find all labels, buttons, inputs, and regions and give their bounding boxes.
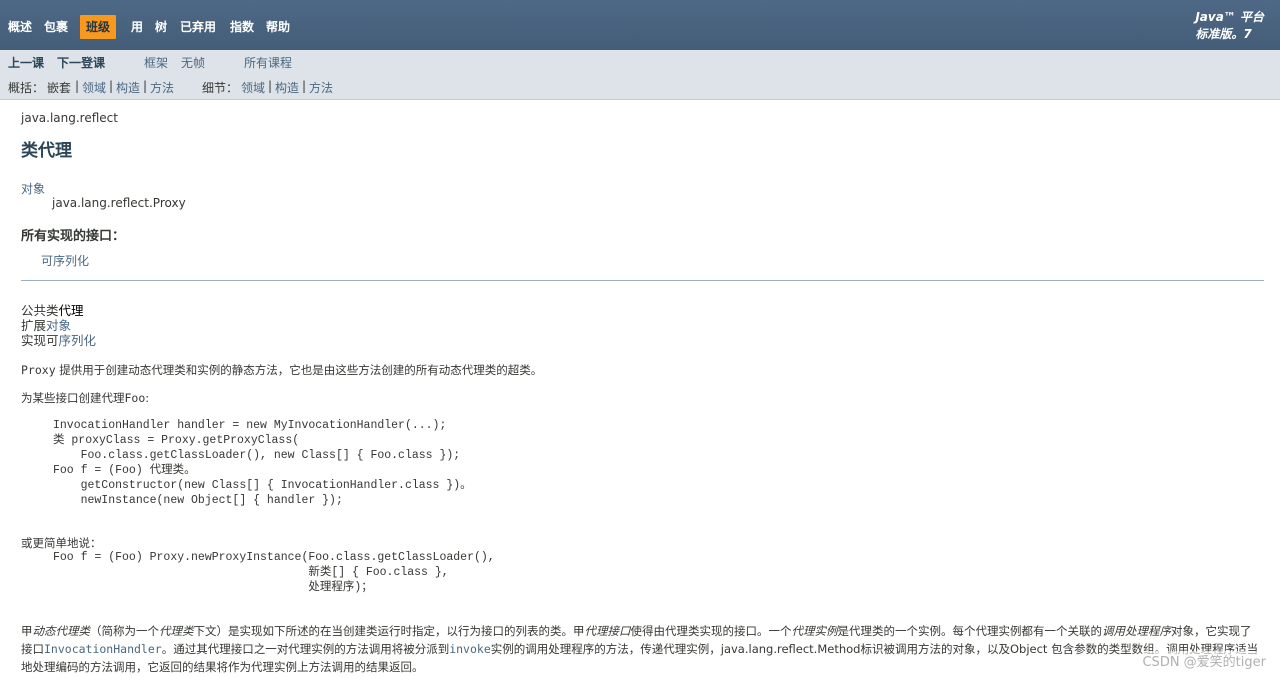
summary-nested: 嵌套	[47, 81, 72, 95]
description-text: 。通过其代理接口之一对代理实例的方法调用将被分派到	[161, 642, 450, 656]
declaration-keyword: 实现可	[21, 333, 59, 348]
detail-method-link[interactable]: 方法	[309, 79, 333, 96]
inheritance-object-link[interactable]: 对象	[21, 180, 45, 197]
summary-field-link[interactable]: 领域	[82, 79, 106, 96]
description-text: （简称为一个	[90, 624, 159, 638]
separator: |	[109, 79, 114, 93]
description-paragraph: 甲动态代理类（简称为一个代理类下文）是实现如下所述的在当创建类运行时指定，以行为…	[21, 622, 1261, 676]
nav-package[interactable]: 包裹	[44, 18, 68, 35]
separator: |	[143, 79, 148, 93]
nav-class-active: 班级	[80, 15, 117, 39]
platform-label: Java™ 平台 标准版。7	[1195, 9, 1264, 43]
foo-code-word: Foo	[124, 391, 146, 405]
nav-overview[interactable]: 概述	[8, 18, 32, 35]
description-text: 是代理类的一个实例。每个代理实例都有一个关联的	[837, 624, 1103, 638]
separator: |	[268, 79, 273, 93]
package-name: java.lang.reflect	[21, 111, 118, 125]
detail-label: 细节：	[202, 81, 239, 95]
summary-label: 概括：	[8, 81, 45, 95]
summary-method-link[interactable]: 方法	[150, 79, 174, 96]
interface-serializable-link[interactable]: 可序列化	[41, 252, 89, 269]
interfaces-heading: 所有实现的接口：	[21, 229, 126, 244]
divider	[21, 280, 1264, 281]
declaration-line-extends: 扩展对象	[21, 318, 96, 333]
description-emphasis: 动态代理类	[32, 624, 91, 638]
csdn-watermark: CSDN @爱笑的tiger	[1142, 651, 1266, 670]
declaration-class-name: 代理	[58, 303, 84, 318]
intro-paragraph: Proxy 提供用于创建动态代理类和实例的静态方法，它也是由这些方法创建的所有动…	[21, 362, 542, 378]
foo-intro-text: 为某些接口创建代理	[21, 391, 125, 405]
description-emphasis: 代理接口	[584, 624, 631, 638]
sub-nav-bar: 上一课 下一登课 框架 无帧 所有课程 概括： 嵌套 | 领域 | 构造 | 方…	[0, 50, 1280, 100]
proxy-code-word: Proxy	[21, 363, 56, 377]
declaration-serializable-link[interactable]: 序列化	[59, 333, 97, 348]
separator: |	[75, 79, 80, 93]
declaration-keyword: 公共类	[21, 303, 59, 318]
description-emphasis: 代理实例	[791, 624, 838, 638]
next-class-link[interactable]: 下一登课	[57, 54, 105, 71]
no-frames-link[interactable]: 无帧	[181, 54, 205, 71]
declaration-line-public: 公共类代理	[21, 303, 96, 318]
nav-use[interactable]: 用	[131, 18, 143, 35]
separator: |	[302, 79, 307, 93]
platform-edition: 标准版。7	[1195, 27, 1252, 41]
all-classes-link[interactable]: 所有课程	[244, 54, 292, 71]
inheritance-subclass: java.lang.reflect.Proxy	[52, 196, 186, 210]
nav-index[interactable]: 指数	[230, 18, 254, 35]
description-text: 下文）是实现如下所述的在当创建类运行时指定，以行为接口的列表的类。甲	[193, 624, 585, 638]
description-emphasis: 代理类	[159, 624, 194, 638]
description-text: 使得由代理类实现的接口。一个	[630, 624, 792, 638]
foo-intro: 为某些接口创建代理Foo:	[21, 390, 149, 406]
invocationhandler-link[interactable]: InvocationHandler	[44, 642, 162, 656]
nav-tree[interactable]: 树	[155, 18, 167, 35]
frames-link[interactable]: 框架	[144, 54, 168, 71]
prev-class-link[interactable]: 上一课	[8, 54, 44, 71]
platform-name: Java™ 平台	[1195, 10, 1264, 24]
summary-constructor-link[interactable]: 构造	[116, 79, 140, 96]
page-title: 类代理	[21, 141, 72, 161]
description-emphasis: 调用处理程序	[1102, 624, 1171, 638]
detail-constructor-link[interactable]: 构造	[275, 79, 299, 96]
detail-field-link[interactable]: 领域	[241, 79, 265, 96]
nav-deprecated[interactable]: 已弃用	[180, 18, 216, 35]
declaration-line-implements: 实现可序列化	[21, 333, 96, 348]
declaration-keyword: 扩展	[21, 318, 47, 333]
foo-intro-colon: :	[145, 391, 150, 405]
description-text: 甲	[21, 624, 33, 638]
invoke-link[interactable]: invoke	[449, 642, 491, 656]
top-nav-bar: 概述 包裹 班级 用 树 已弃用 指数 帮助 Java™ 平台 标准版。7	[0, 0, 1280, 50]
declaration-object-link[interactable]: 对象	[46, 318, 71, 333]
nav-help[interactable]: 帮助	[266, 18, 290, 35]
intro-text: 提供用于创建动态代理类和实例的静态方法，它也是由这些方法创建的所有动态代理类的超…	[55, 363, 543, 377]
code-example-newproxyinstance: Foo f = (Foo) Proxy.newProxyInstance(Foo…	[53, 551, 495, 594]
simpler-label: 或更简单地说：	[21, 536, 102, 550]
class-declaration: 公共类代理 扩展对象 实现可序列化	[21, 303, 96, 348]
code-example-getproxyclass: InvocationHandler handler = new MyInvoca…	[53, 419, 472, 507]
